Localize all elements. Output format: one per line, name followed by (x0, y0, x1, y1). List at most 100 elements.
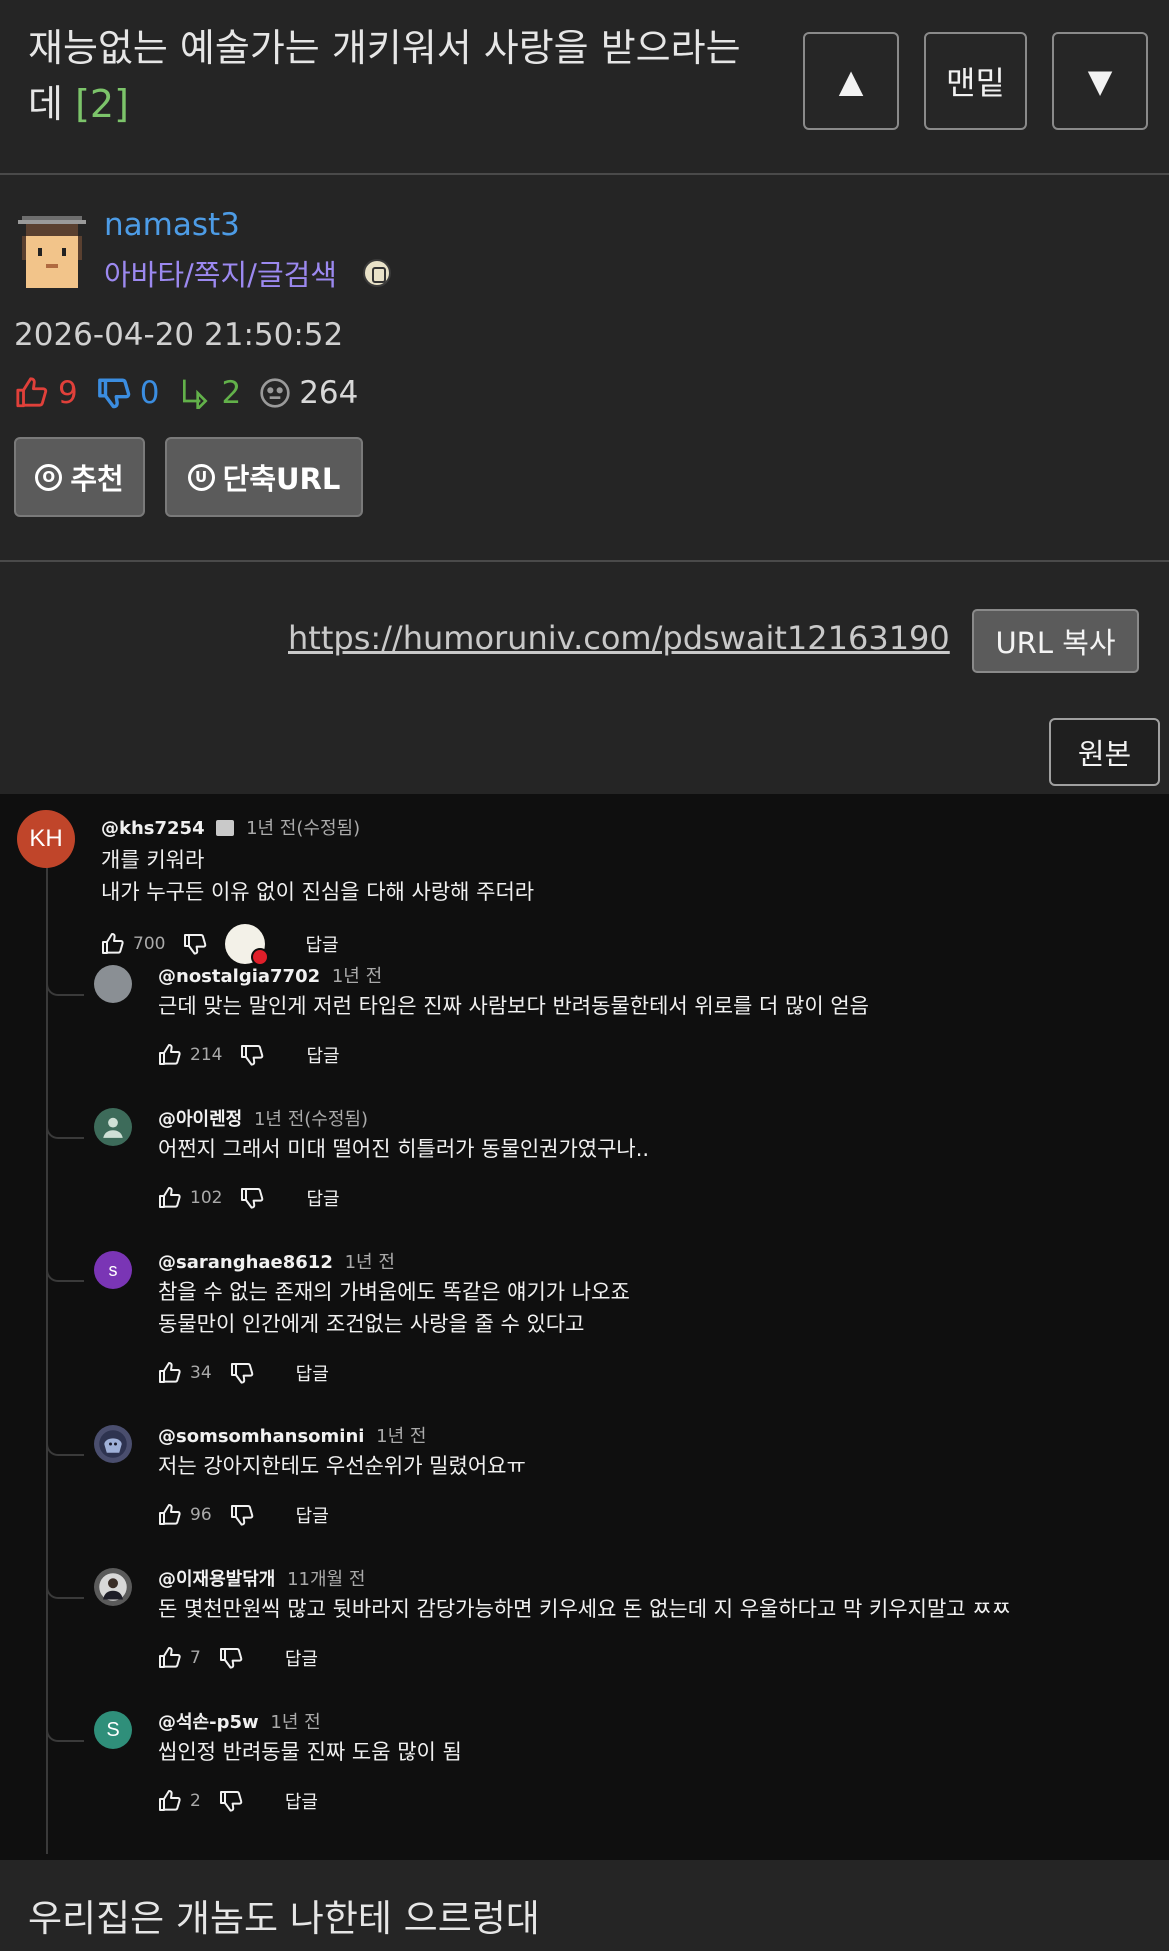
reply-avatar (94, 1568, 132, 1606)
view-stat: 264 (259, 375, 358, 411)
reply-body: 돈 몇천만원씩 많고 뒷바라지 감당가능하면 키우세요 돈 없는데 지 우울하다… (158, 1593, 1011, 1625)
comment-time: 1년 전(수정됨) (246, 818, 361, 839)
thumbs-up-icon (16, 377, 48, 408)
like-count: 102 (190, 1188, 223, 1208)
thumbs-up-icon (159, 1362, 181, 1383)
reply-button: 답글 (284, 1792, 318, 1813)
dislike-button (219, 1646, 243, 1670)
thumbs-up-icon (159, 1187, 181, 1208)
like-count: 96 (190, 1505, 212, 1525)
reply-line: 돈 몇천만원씩 많고 뒷바라지 감당가능하면 키우세요 돈 없는데 지 우울하다… (158, 1597, 1011, 1621)
post-title: 재능없는 예술가는 개키워서 사랑을 받으라는데 [2] (28, 20, 768, 132)
dislike-button (230, 1503, 254, 1527)
post-title-text: 재능없는 예술가는 개키워서 사랑을 받으라는데 (28, 26, 741, 126)
comment-line: 내가 누구든 이유 없이 진심을 다해 사랑해 주더라 (101, 880, 535, 904)
upvote-stat[interactable]: 9 (14, 375, 78, 411)
url-copy-button[interactable]: URL 복사 (972, 609, 1139, 673)
author-avatar[interactable] (14, 212, 90, 288)
reply-actions: 214 답글 (158, 1040, 340, 1070)
reply-body: 저는 강아지한테도 우선순위가 밀렸어요ㅠ (158, 1450, 526, 1482)
reply-handle: @somsomhansomini (158, 1426, 365, 1447)
embedded-comment-screenshot: KH @khs7254 1년 전(수정됨) 개를 키워라 내가 누구든 이유 없… (0, 794, 1169, 1860)
thumbs-down-icon (241, 1045, 264, 1066)
person-photo-icon (99, 1573, 127, 1601)
scroll-up-button[interactable]: ▲ (803, 32, 899, 130)
reply-line: 동물만이 인간에게 조건없는 사랑을 줄 수 있다고 (158, 1312, 585, 1336)
reply-button: 답글 (306, 1046, 340, 1067)
thumbs-down-icon (230, 1505, 253, 1526)
dislike-button (230, 1361, 254, 1385)
comment-avatar: KH (17, 810, 75, 868)
like-count: 34 (190, 1363, 212, 1383)
thumbs-up-icon (159, 1504, 181, 1525)
downvote-stat[interactable]: 0 (96, 375, 159, 411)
reply-count: 2 (221, 375, 242, 411)
author-name[interactable]: namast3 (104, 207, 240, 243)
like-button: 2 (158, 1789, 201, 1813)
dislike-button (240, 1043, 264, 1067)
like-count: 214 (190, 1045, 223, 1065)
like-button: 7 (158, 1646, 201, 1670)
reply-header: @saranghae8612 1년 전 (158, 1248, 395, 1274)
top-comment: KH @khs7254 1년 전(수정됨) 개를 키워라 내가 누구든 이유 없… (0, 794, 1169, 966)
reply-avatar: s (94, 1251, 132, 1289)
like-button: 214 (158, 1043, 222, 1067)
view-count: 264 (299, 375, 359, 411)
like-count: 2 (190, 1791, 201, 1811)
like-button: 102 (158, 1186, 222, 1210)
original-image-button[interactable]: 원본 (1049, 718, 1160, 786)
reply-button: 답글 (295, 1506, 329, 1527)
upvote-count: 9 (58, 375, 78, 411)
reply-time: 11개월 전 (287, 1569, 366, 1590)
thumbs-down-icon (219, 1648, 243, 1669)
dislike-button (219, 1789, 243, 1813)
reply-actions: 2 답글 (158, 1786, 318, 1816)
thumbs-down-icon (97, 378, 131, 409)
comment-header: @khs7254 1년 전(수정됨) (101, 814, 360, 840)
like-button: 34 (158, 1361, 212, 1385)
author-links[interactable]: 아바타/쪽지/글검색 (104, 252, 337, 294)
scroll-bottom-button[interactable]: 맨밑 (924, 32, 1027, 130)
post-body-text: 우리집은 개놈도 나한테 으르렁대 (28, 1897, 540, 1940)
author-section: namast3 아바타/쪽지/글검색 2026-04-20 21:50:52 9… (0, 177, 1169, 562)
reply-button: 답글 (284, 1649, 318, 1670)
reply-comment: S @석손-p5w 1년 전 씹인정 반려동물 진짜 도움 많이 됨 2 답글 (0, 1695, 1169, 1845)
reply-avatar: S (94, 1711, 132, 1749)
reply-body: 근데 맞는 말인게 저런 타입은 진짜 사람보다 반려동물한테서 위로를 더 많… (158, 990, 869, 1022)
thumbs-up-icon (159, 1647, 181, 1668)
recommend-button[interactable]: O 추천 (14, 437, 145, 517)
reply-stat[interactable]: 2 (177, 375, 241, 411)
reply-time: 1년 전(수정됨) (253, 1109, 369, 1130)
reply-handle: @이재용발닦개 (158, 1569, 276, 1590)
reply-line: 근데 맞는 말인게 저런 타입은 진짜 사람보다 반려동물한테서 위로를 더 많… (158, 994, 869, 1018)
reply-body: 참을 수 없는 존재의 가벼움에도 똑같은 얘기가 나오죠 동물만이 인간에게 … (158, 1276, 630, 1340)
comment-count[interactable]: [2] (75, 82, 129, 126)
thumbs-down-icon (219, 1791, 243, 1812)
smiley-icon (260, 378, 290, 408)
scroll-down-button[interactable]: ▼ (1052, 32, 1148, 130)
comment-body: 개를 키워라 내가 누구든 이유 없이 진심을 다해 사랑해 주더라 (101, 844, 534, 908)
reply-actions: 34 답글 (158, 1358, 329, 1388)
reply-comment: @nostalgia7702 1년 전 근데 맞는 말인게 저런 타입은 진짜 … (0, 949, 1169, 1089)
reply-header: @이재용발닦개 11개월 전 (158, 1565, 365, 1591)
reply-header: @석손-p5w 1년 전 (158, 1708, 321, 1734)
reply-header: @아이렌정 1년 전(수정됨) (158, 1105, 368, 1131)
post-url-link[interactable]: https://humoruniv.com/pdswait12163190 (288, 619, 950, 657)
post-header: 재능없는 예술가는 개키워서 사랑을 받으라는데 [2] ▲ 맨밑 ▼ (0, 0, 1169, 175)
reply-avatar (94, 1425, 132, 1463)
reply-time: 1년 전 (331, 966, 383, 987)
reply-body: 씹인정 반려동물 진짜 도움 많이 됨 (158, 1736, 462, 1768)
anime-avatar-icon (99, 1430, 127, 1458)
post-date: 2026-04-20 21:50:52 (14, 317, 344, 353)
short-url-icon: U (187, 463, 215, 491)
reply-actions: 102 답글 (158, 1183, 340, 1213)
reply-line: 참을 수 없는 존재의 가벼움에도 똑같은 얘기가 나오죠 (158, 1280, 630, 1304)
dislike-button (240, 1186, 264, 1210)
reply-header: @somsomhansomini 1년 전 (158, 1422, 426, 1448)
reply-arrow-icon (183, 379, 209, 409)
reply-time: 1년 전 (344, 1252, 395, 1273)
reply-actions: 96 답글 (158, 1500, 329, 1530)
reply-handle: @saranghae8612 (158, 1252, 333, 1273)
short-url-button[interactable]: U 단축URL (165, 437, 363, 517)
reply-comment: s @saranghae8612 1년 전 참을 수 없는 존재의 가벼움에도 … (0, 1235, 1169, 1405)
